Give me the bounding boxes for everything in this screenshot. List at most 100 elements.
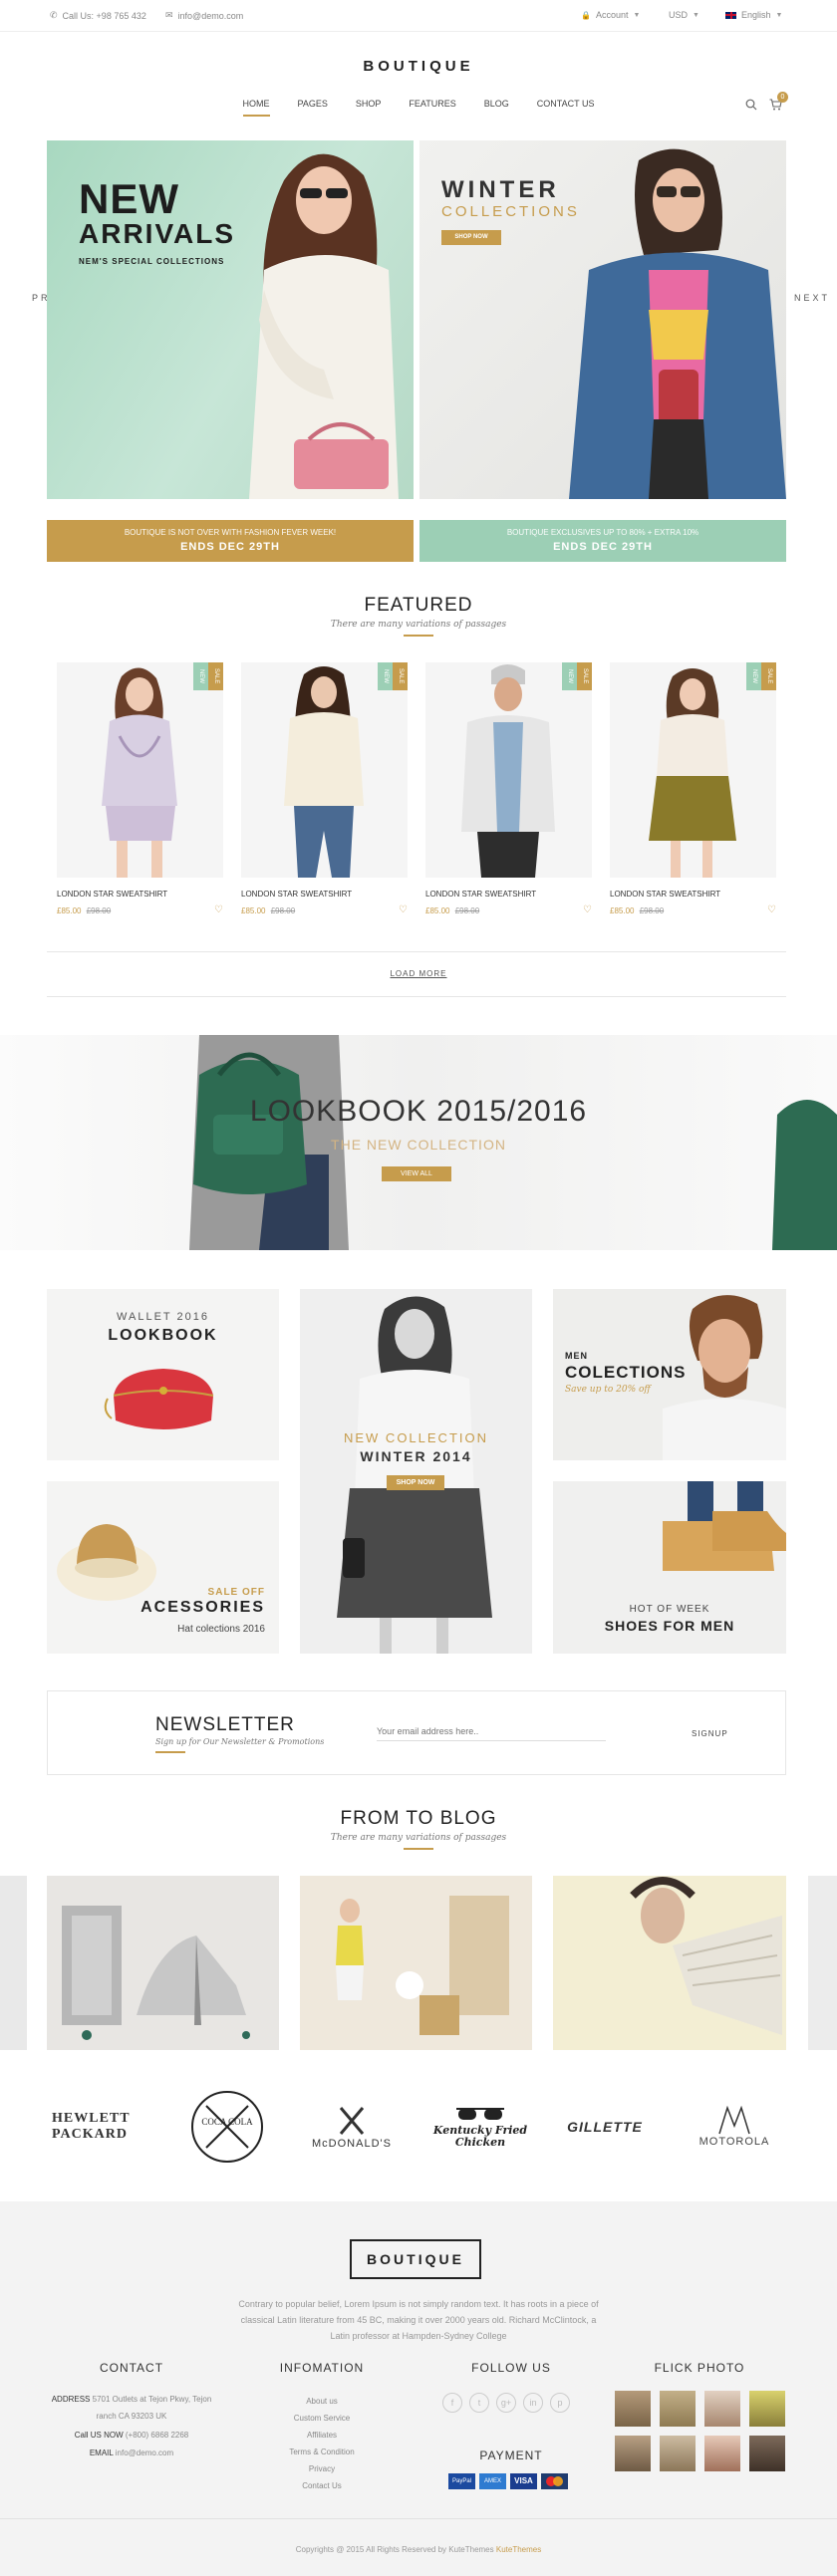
product-card[interactable]: NEW SALE LONDON STAR SWEATSHIRT £85.00 £…	[425, 662, 592, 915]
pinterest-icon[interactable]: p	[550, 2393, 570, 2413]
nav-item-shop[interactable]: SHOP	[356, 99, 382, 117]
blog-title: FROM TO BLOG	[340, 1808, 497, 1829]
info-link-about[interactable]: About us	[247, 2393, 397, 2410]
search-icon[interactable]	[743, 97, 759, 113]
winter-collection-tile[interactable]: NEW COLLECTION WINTER 2014 SHOP NOW	[300, 1289, 532, 1654]
phone-icon: ✆	[50, 10, 58, 20]
flick-photo[interactable]	[660, 2391, 696, 2427]
product-name[interactable]: LONDON STAR SWEATSHIRT	[425, 890, 592, 899]
nav-item-pages[interactable]: PAGES	[298, 99, 328, 117]
product-image[interactable]: NEW SALE	[241, 662, 408, 878]
blog-card[interactable]	[47, 1876, 279, 2050]
currency-dropdown[interactable]: USD ▼	[669, 10, 699, 20]
nav-item-blog[interactable]: BLOG	[484, 99, 509, 117]
brand-coca-text: COCA COLA	[201, 2117, 253, 2127]
product-card[interactable]: NEW SALE LONDON STAR SWEATSHIRT £85.00 £…	[57, 662, 223, 915]
contact-email: EMAIL info@demo.com	[47, 2445, 216, 2461]
nav-item-features[interactable]: FEATURES	[409, 99, 455, 117]
email-label: EMAIL	[89, 2448, 114, 2457]
promo-ribbon-2[interactable]: BOUTIQUE EXCLUSIVES UP TO 80% + EXTRA 10…	[419, 520, 786, 562]
blog-card-partial[interactable]	[0, 1876, 27, 2050]
load-more-link[interactable]: LOAD MORE	[0, 969, 837, 978]
divider	[47, 951, 786, 952]
flick-photo[interactable]	[704, 2391, 740, 2427]
footer-email-text[interactable]: info@demo.com	[116, 2448, 173, 2457]
wallet-lookbook-tile[interactable]: WALLET 2016 LOOKBOOK	[47, 1289, 279, 1460]
promo-ribbon-1[interactable]: BOUTIQUE IS NOT OVER WITH FASHION FEVER …	[47, 520, 414, 562]
blog-card[interactable]	[553, 1876, 786, 2050]
heart-icon[interactable]: ♡	[214, 904, 223, 915]
currency-label[interactable]: USD	[669, 10, 688, 20]
blog-card[interactable]	[300, 1876, 532, 2050]
hero-left-subtitle: NEM'S SPECIAL COLLECTIONS	[79, 257, 225, 266]
flick-photo[interactable]	[749, 2391, 785, 2427]
footer-logo[interactable]: BOUTIQUE	[350, 2239, 481, 2279]
site-logo[interactable]: BOUTIQUE	[0, 58, 837, 75]
info-link-affiliates[interactable]: Affiliates	[247, 2427, 397, 2444]
info-link-contact[interactable]: Contact Us	[247, 2477, 397, 2494]
product-name[interactable]: LONDON STAR SWEATSHIRT	[241, 890, 408, 899]
current-price: £85.00	[241, 906, 266, 915]
nav-item-home[interactable]: HOME	[242, 99, 270, 117]
brand-logo-hp[interactable]: HEWLETT PACKARD	[52, 2092, 151, 2162]
flick-title: FLICK PHOTO	[654, 2361, 745, 2375]
brand-logo-kfc[interactable]: Kentucky Fried Chicken	[430, 2092, 530, 2162]
product-card[interactable]: NEW SALE LONDON STAR SWEATSHIRT £85.00 £…	[610, 662, 776, 915]
brand-mcdonalds-text: McDONALD'S	[312, 2138, 392, 2150]
heart-icon[interactable]: ♡	[767, 904, 776, 915]
product-image[interactable]: NEW SALE	[57, 662, 223, 878]
brand-logo-mcdonalds[interactable]: McDONALD'S	[302, 2092, 402, 2162]
product-image[interactable]: NEW SALE	[610, 662, 776, 878]
brand-logo-motorola[interactable]: MOTOROLA	[685, 2092, 784, 2162]
cart-icon[interactable]: 0	[767, 92, 788, 113]
flick-photo[interactable]	[660, 2436, 696, 2471]
google-plus-icon[interactable]: g+	[496, 2393, 516, 2413]
copyright-link[interactable]: KuteThemes	[496, 2545, 541, 2554]
account-label[interactable]: Account	[596, 10, 629, 20]
center-shop-now-button[interactable]: SHOP NOW	[387, 1475, 444, 1490]
brand-logo-coca-cola[interactable]: COCA COLA	[177, 2091, 277, 2163]
info-link-terms[interactable]: Terms & Condition	[247, 2444, 397, 2460]
hero-winter-collections[interactable]: WINTER COLLECTIONS SHOP NOW	[419, 140, 786, 499]
flick-photo[interactable]	[615, 2436, 651, 2471]
new-badge: NEW	[378, 662, 393, 690]
phone-text: Call Us: +98 765 432	[62, 10, 146, 21]
language-dropdown[interactable]: English ▼	[725, 10, 782, 20]
flick-photo[interactable]	[615, 2391, 651, 2427]
flick-photo[interactable]	[749, 2436, 785, 2471]
email-text[interactable]: info@demo.com	[178, 11, 244, 21]
shoes-tile[interactable]: HOT OF WEEK SHOES FOR MEN	[553, 1481, 786, 1654]
heart-icon[interactable]: ♡	[583, 904, 592, 915]
nav-item-contact[interactable]: CONTACT US	[537, 99, 595, 117]
lock-icon: 🔒	[581, 10, 591, 20]
info-link-privacy[interactable]: Privacy	[247, 2460, 397, 2477]
blog-card-partial[interactable]	[808, 1876, 837, 2050]
product-name[interactable]: LONDON STAR SWEATSHIRT	[610, 890, 776, 899]
signup-button[interactable]: SIGNUP	[692, 1729, 728, 1738]
info-links: About us Custom Service Affiliates Terms…	[247, 2393, 397, 2494]
language-label[interactable]: English	[741, 10, 771, 20]
next-arrow[interactable]: NEXT	[794, 291, 827, 305]
prev-arrow[interactable]: PREV	[32, 291, 66, 305]
lookbook-banner[interactable]: LOOKBOOK 2015/2016 THE NEW COLLECTION VI…	[0, 1035, 837, 1250]
product-image[interactable]: NEW SALE	[425, 662, 592, 878]
email-info[interactable]: ✉ info@demo.com	[165, 10, 243, 21]
newsletter-email-input[interactable]	[377, 1721, 606, 1741]
account-dropdown[interactable]: 🔒 Account ▼	[581, 10, 640, 20]
twitter-icon[interactable]: t	[469, 2393, 489, 2413]
info-link-custom-service[interactable]: Custom Service	[247, 2410, 397, 2427]
heart-icon[interactable]: ♡	[399, 904, 408, 915]
accessories-tile[interactable]: SALE OFF ACESSORIES Hat colections 2016	[47, 1481, 279, 1654]
facebook-icon[interactable]: f	[442, 2393, 462, 2413]
men-collections-tile[interactable]: MEN COLECTIONS Save up to 20% off	[553, 1289, 786, 1460]
new-badge: NEW	[193, 662, 208, 690]
hero-new-arrivals[interactable]: NEW ARRIVALS NEM'S SPECIAL COLLECTIONS	[47, 140, 414, 499]
product-name[interactable]: LONDON STAR SWEATSHIRT	[57, 890, 223, 899]
old-price: £98.00	[86, 906, 112, 915]
product-card[interactable]: NEW SALE LONDON STAR SWEATSHIRT £85.00 £…	[241, 662, 408, 915]
flick-photo[interactable]	[704, 2436, 740, 2471]
shop-now-button[interactable]: SHOP NOW	[441, 230, 501, 245]
instagram-icon[interactable]: in	[523, 2393, 543, 2413]
view-all-button[interactable]: VIEW ALL	[382, 1166, 451, 1181]
brand-logo-gillette[interactable]: GILLETTE	[555, 2092, 655, 2162]
